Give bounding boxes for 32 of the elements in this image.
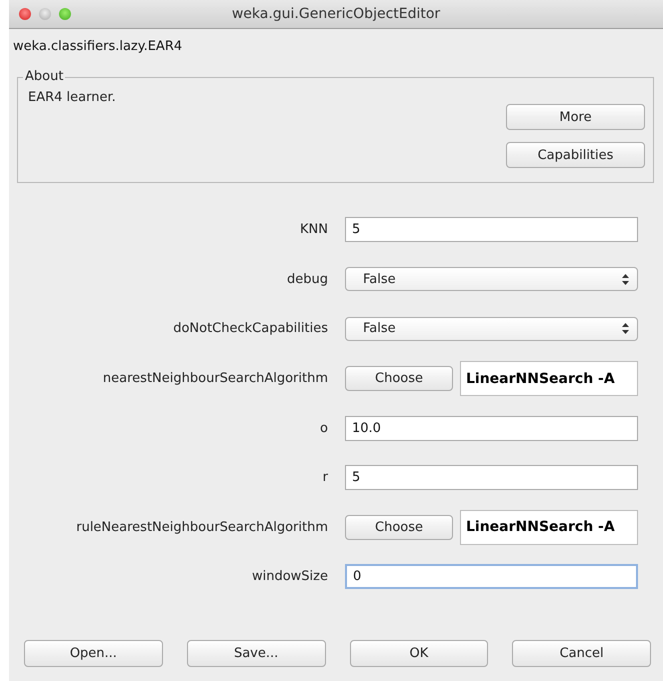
minimize-icon[interactable] xyxy=(39,8,51,20)
object-field[interactable]: LinearNNSearch -A xyxy=(460,510,638,545)
property-label: windowSize xyxy=(250,569,329,584)
property-label: KNN xyxy=(299,222,329,238)
zoom-icon[interactable] xyxy=(59,8,71,20)
class-name: weka.classifiers.lazy.EAR4 xyxy=(12,38,184,56)
dropdown[interactable]: False xyxy=(345,267,638,292)
about-button[interactable]: Capabilities xyxy=(506,142,645,168)
property-label: o xyxy=(319,420,329,436)
about-button[interactable]: More xyxy=(506,104,645,130)
choose-button[interactable]: Choose xyxy=(345,366,453,392)
dialog-button[interactable]: OK xyxy=(350,640,488,667)
property-label: debug xyxy=(286,272,329,287)
stepper-icon xyxy=(622,274,629,285)
object-field[interactable]: LinearNNSearch -A xyxy=(460,361,638,396)
stepper-icon xyxy=(622,323,629,334)
value-field[interactable]: 10.0 xyxy=(345,416,638,441)
value-field[interactable]: 5 xyxy=(345,217,638,242)
window-title: weka.gui.GenericObjectEditor xyxy=(232,6,440,22)
property-label: r xyxy=(322,470,329,486)
about-text: EAR4 learner. xyxy=(28,90,116,105)
close-icon[interactable] xyxy=(19,8,31,20)
value-field[interactable]: 0 xyxy=(345,564,638,590)
property-label: doNotCheckCapabilities xyxy=(172,321,329,336)
dialog-button[interactable]: Save... xyxy=(186,640,326,667)
dialog-button[interactable]: Open... xyxy=(24,640,163,667)
choose-button[interactable]: Choose xyxy=(345,514,453,540)
dialog-button[interactable]: Cancel xyxy=(512,640,651,667)
dropdown[interactable]: False xyxy=(345,316,638,341)
property-label: ruleNearestNeighbourSearchAlgorithm xyxy=(75,520,329,535)
value-field[interactable]: 5 xyxy=(345,465,638,490)
property-label: nearestNeighbourSearchAlgorithm xyxy=(102,371,329,386)
